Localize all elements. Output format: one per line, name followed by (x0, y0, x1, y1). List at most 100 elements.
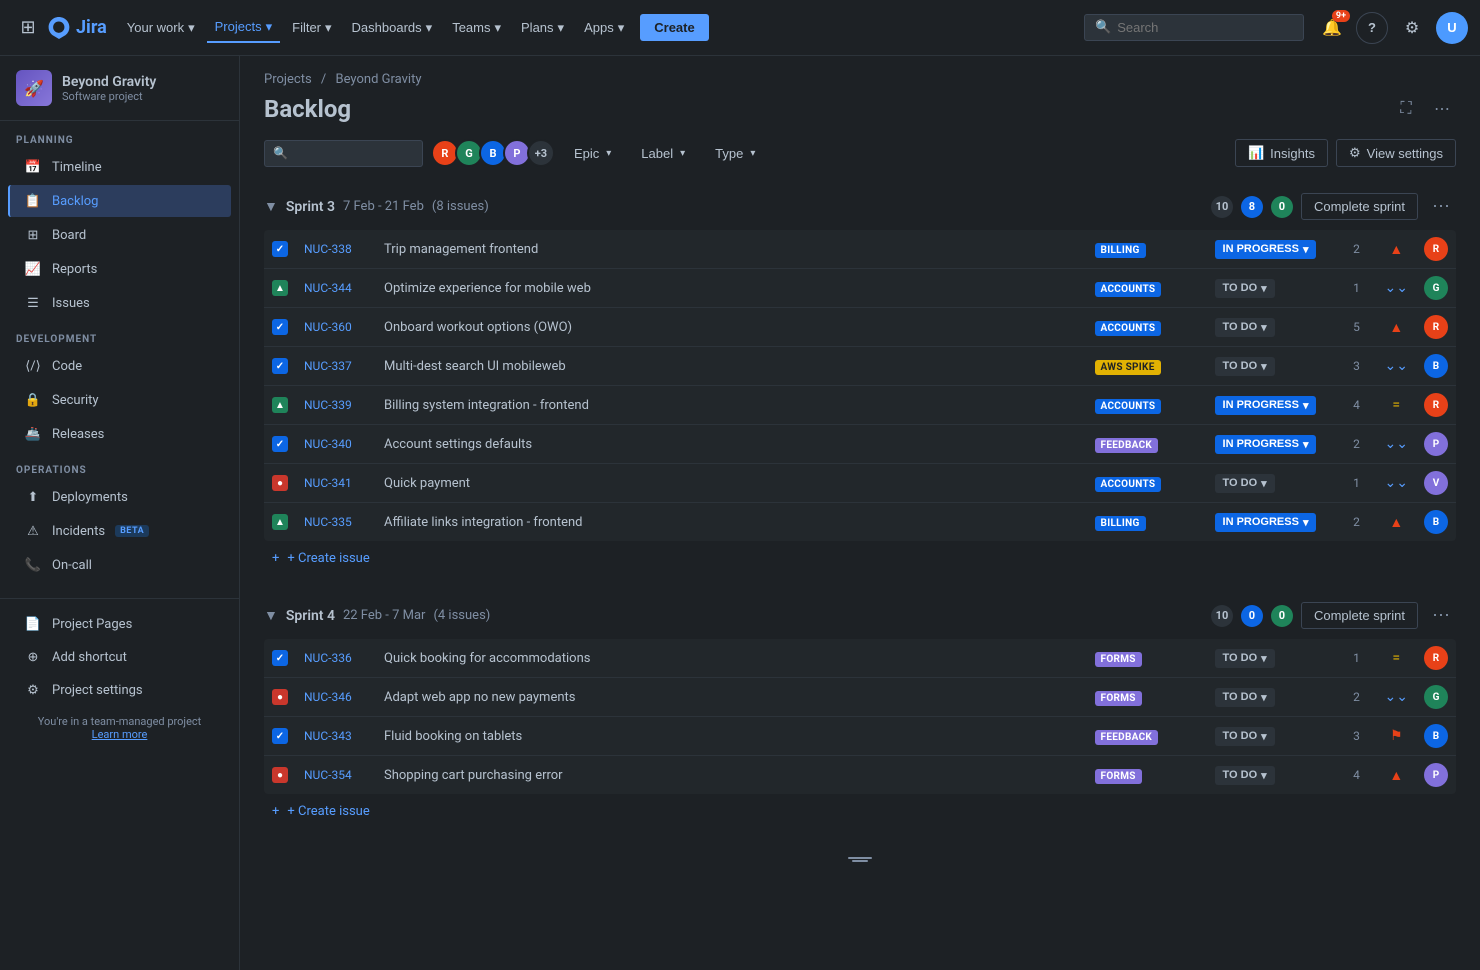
avatar-filter-more[interactable]: +3 (527, 139, 555, 167)
issue-key[interactable]: NUC-338 (304, 242, 352, 256)
issue-summary[interactable]: Adapt web app no new payments (384, 690, 576, 705)
issue-status-cell[interactable]: IN PROGRESS ▾ (1207, 503, 1337, 542)
issue-status-cell[interactable]: TO DO ▾ (1207, 717, 1337, 756)
create-button[interactable]: Create (640, 14, 708, 41)
epic-badge[interactable]: FEEDBACK (1095, 730, 1159, 745)
issue-key-cell[interactable]: NUC-336 (296, 639, 376, 678)
issue-key-cell[interactable]: NUC-335 (296, 503, 376, 542)
issue-epic-cell[interactable]: BILLING (1087, 503, 1207, 542)
sidebar-item-security[interactable]: 🔒 Security (8, 384, 231, 416)
issue-summary-cell[interactable]: Shopping cart purchasing error (376, 756, 1087, 795)
settings-button[interactable]: ⚙ (1396, 12, 1428, 44)
issue-summary[interactable]: Optimize experience for mobile web (384, 281, 591, 296)
more-options-button[interactable]: ⋯ (1428, 95, 1456, 123)
sprint3-menu-button[interactable]: ⋯ (1426, 194, 1456, 219)
your-work-nav[interactable]: Your work ▾ (119, 14, 203, 42)
issue-epic-cell[interactable]: FORMS (1087, 756, 1207, 795)
issue-summary-cell[interactable]: Optimize experience for mobile web (376, 269, 1087, 308)
issue-summary-cell[interactable]: Adapt web app no new payments (376, 678, 1087, 717)
sidebar-item-timeline[interactable]: 📅 Timeline (8, 151, 231, 183)
issue-status-cell[interactable]: IN PROGRESS ▾ (1207, 425, 1337, 464)
status-button[interactable]: TO DO ▾ (1215, 727, 1275, 746)
sidebar-item-backlog[interactable]: 📋 Backlog (8, 185, 231, 217)
fullscreen-button[interactable]: ⛶ (1392, 95, 1420, 123)
table-row[interactable]: ▲ NUC-335 Affiliate links integration - … (264, 503, 1456, 542)
table-row[interactable]: ✓ NUC-337 Multi-dest search UI mobileweb… (264, 347, 1456, 386)
learn-more-link[interactable]: Learn more (92, 728, 148, 741)
issue-status-cell[interactable]: TO DO ▾ (1207, 756, 1337, 795)
table-row[interactable]: ✓ NUC-343 Fluid booking on tablets FEEDB… (264, 717, 1456, 756)
filter-nav[interactable]: Filter ▾ (284, 14, 339, 42)
teams-nav[interactable]: Teams ▾ (444, 14, 509, 42)
sidebar-item-oncall[interactable]: 📞 On-call (8, 549, 231, 581)
table-row[interactable]: ● NUC-354 Shopping cart purchasing error… (264, 756, 1456, 795)
epic-badge[interactable]: AWS SPIKE (1095, 360, 1161, 375)
epic-badge[interactable]: BILLING (1095, 243, 1146, 258)
issue-summary[interactable]: Quick booking for accommodations (384, 651, 590, 666)
issue-status-cell[interactable]: TO DO ▾ (1207, 347, 1337, 386)
filter-search-input[interactable] (294, 146, 414, 161)
issue-status-cell[interactable]: TO DO ▾ (1207, 308, 1337, 347)
type-filter-button[interactable]: Type ▾ (704, 140, 766, 167)
issue-summary[interactable]: Billing system integration - frontend (384, 398, 589, 413)
sidebar-item-reports[interactable]: 📈 Reports (8, 253, 231, 285)
table-row[interactable]: ● NUC-341 Quick payment ACCOUNTS TO DO ▾… (264, 464, 1456, 503)
epic-filter-button[interactable]: Epic ▾ (563, 140, 622, 167)
search-bar[interactable]: 🔍 (1084, 14, 1304, 41)
issue-key-cell[interactable]: NUC-360 (296, 308, 376, 347)
epic-badge[interactable]: ACCOUNTS (1095, 321, 1162, 336)
sidebar-item-deployments[interactable]: ⬆ Deployments (8, 481, 231, 513)
issue-key[interactable]: NUC-335 (304, 515, 352, 529)
table-row[interactable]: ✓ NUC-360 Onboard workout options (OWO) … (264, 308, 1456, 347)
status-button[interactable]: TO DO ▾ (1215, 318, 1275, 337)
label-filter-button[interactable]: Label ▾ (630, 140, 696, 167)
status-button[interactable]: TO DO ▾ (1215, 474, 1275, 493)
issue-status-cell[interactable]: IN PROGRESS ▾ (1207, 386, 1337, 425)
issue-key[interactable]: NUC-341 (304, 476, 352, 490)
issue-summary-cell[interactable]: Trip management frontend (376, 230, 1087, 269)
epic-badge[interactable]: ACCOUNTS (1095, 282, 1162, 297)
sidebar-item-add-shortcut[interactable]: ⊕ Add shortcut (8, 641, 231, 673)
issue-epic-cell[interactable]: AWS SPIKE (1087, 347, 1207, 386)
sidebar-item-project-settings[interactable]: ⚙ Project settings (8, 674, 231, 706)
sprint4-menu-button[interactable]: ⋯ (1426, 603, 1456, 628)
issue-summary[interactable]: Fluid booking on tablets (384, 729, 522, 744)
issue-epic-cell[interactable]: BILLING (1087, 230, 1207, 269)
issue-key[interactable]: NUC-336 (304, 651, 352, 665)
issue-summary-cell[interactable]: Onboard workout options (OWO) (376, 308, 1087, 347)
issue-summary[interactable]: Account settings defaults (384, 437, 532, 452)
epic-badge[interactable]: ACCOUNTS (1095, 477, 1162, 492)
issue-status-cell[interactable]: TO DO ▾ (1207, 639, 1337, 678)
epic-badge[interactable]: ACCOUNTS (1095, 399, 1162, 414)
issue-epic-cell[interactable]: FORMS (1087, 639, 1207, 678)
notifications-button[interactable]: 🔔 9+ (1316, 12, 1348, 44)
sprint3-create-issue[interactable]: + + Create issue (264, 541, 1456, 576)
insights-button[interactable]: 📊 Insights (1235, 139, 1328, 167)
issue-summary-cell[interactable]: Account settings defaults (376, 425, 1087, 464)
issue-status-cell[interactable]: TO DO ▾ (1207, 269, 1337, 308)
issue-key-cell[interactable]: NUC-341 (296, 464, 376, 503)
sprint3-complete-button[interactable]: Complete sprint (1301, 193, 1418, 220)
epic-badge[interactable]: FORMS (1095, 769, 1142, 784)
table-row[interactable]: ✓ NUC-338 Trip management frontend BILLI… (264, 230, 1456, 269)
sidebar-item-issues[interactable]: ☰ Issues (8, 287, 231, 319)
search-input[interactable] (1117, 20, 1267, 35)
issue-key-cell[interactable]: NUC-346 (296, 678, 376, 717)
sidebar-item-project-pages[interactable]: 📄 Project Pages (8, 608, 231, 640)
issue-status-cell[interactable]: TO DO ▾ (1207, 464, 1337, 503)
issue-summary[interactable]: Quick payment (384, 476, 470, 491)
status-button[interactable]: TO DO ▾ (1215, 688, 1275, 707)
user-avatar[interactable]: U (1436, 12, 1468, 44)
issue-summary[interactable]: Shopping cart purchasing error (384, 768, 563, 783)
issue-status-cell[interactable]: IN PROGRESS ▾ (1207, 230, 1337, 269)
issue-key-cell[interactable]: NUC-337 (296, 347, 376, 386)
table-row[interactable]: ✓ NUC-340 Account settings defaults FEED… (264, 425, 1456, 464)
status-button[interactable]: TO DO ▾ (1215, 279, 1275, 298)
resize-handle[interactable] (264, 845, 1456, 871)
table-row[interactable]: ✓ NUC-336 Quick booking for accommodatio… (264, 639, 1456, 678)
sidebar-item-board[interactable]: ⊞ Board (8, 219, 231, 251)
plans-nav[interactable]: Plans ▾ (513, 14, 572, 42)
sidebar-item-code[interactable]: ⟨/⟩ Code (8, 350, 231, 382)
status-button[interactable]: TO DO ▾ (1215, 357, 1275, 376)
table-row[interactable]: ● NUC-346 Adapt web app no new payments … (264, 678, 1456, 717)
